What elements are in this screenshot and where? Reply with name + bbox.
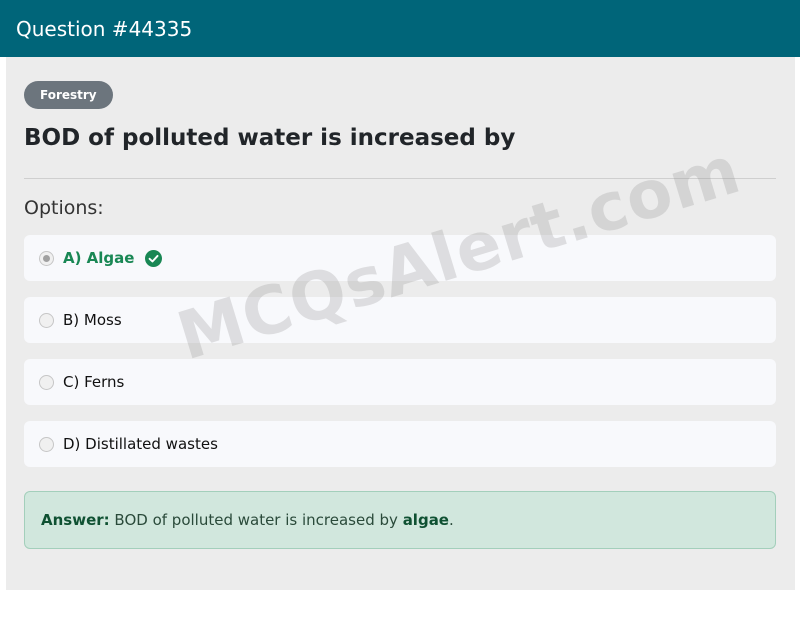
question-number-title: Question #44335 (16, 16, 193, 41)
option-c-label: C) Ferns (63, 373, 125, 391)
answer-prefix: Answer: (41, 511, 110, 529)
option-a[interactable]: A) Algae (24, 235, 776, 281)
option-d[interactable]: D) Distillated wastes (24, 421, 776, 467)
option-b[interactable]: B) Moss (24, 297, 776, 343)
option-c-radio[interactable] (39, 374, 54, 390)
option-a-label: A) Algae (63, 249, 135, 267)
option-d-label: D) Distillated wastes (63, 435, 218, 453)
page-header: Question #44335 (0, 0, 800, 57)
answer-box: Answer: BOD of polluted water is increas… (24, 491, 776, 549)
option-d-radio[interactable] (39, 436, 54, 452)
question-text: BOD of polluted water is increased by (24, 125, 516, 151)
divider (24, 178, 776, 179)
option-b-label: B) Moss (63, 311, 122, 329)
answer-highlight: algae (402, 511, 449, 529)
options-label: Options: (24, 197, 104, 219)
category-badge[interactable]: Forestry (24, 81, 113, 109)
option-a-radio[interactable] (39, 250, 54, 266)
question-card: Forestry BOD of polluted water is increa… (6, 57, 795, 590)
option-c[interactable]: C) Ferns (24, 359, 776, 405)
check-circle-icon (145, 249, 163, 267)
answer-text: BOD of polluted water is increased by (109, 511, 403, 529)
answer-suffix: . (448, 511, 454, 529)
option-b-radio[interactable] (39, 312, 54, 328)
